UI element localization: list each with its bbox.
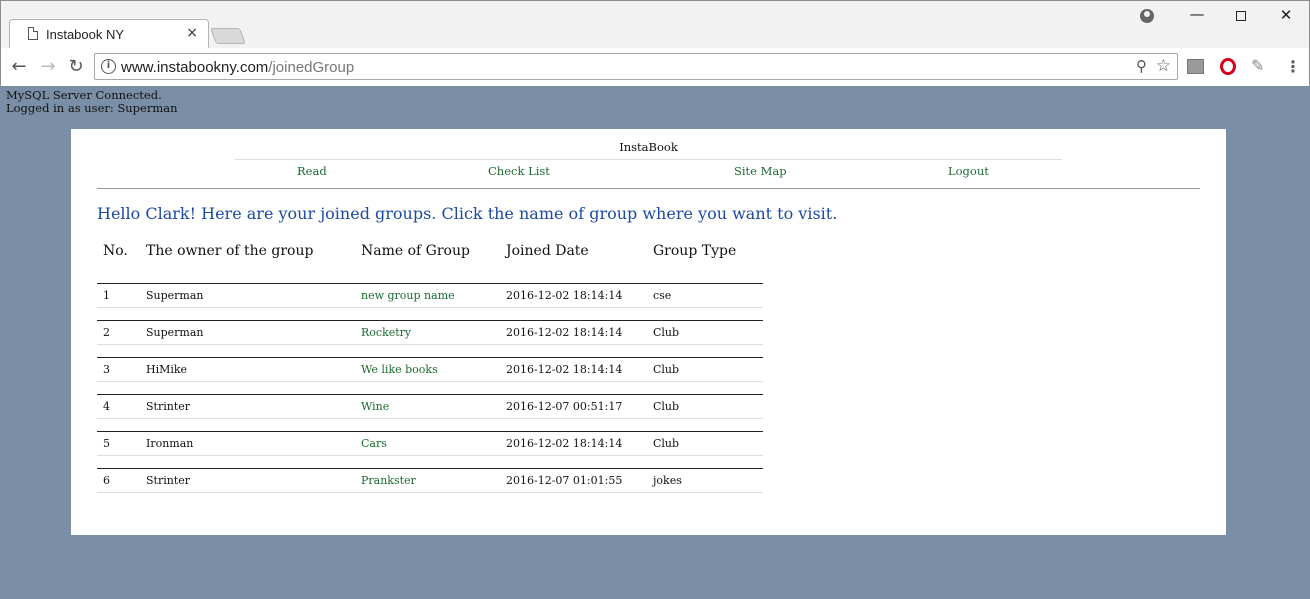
cell-type: Club [647, 394, 763, 419]
browser-window: Instabook NY × — ✕ ← → ↻ i www.instabook… [0, 0, 1310, 86]
site-title: InstaBook [619, 140, 678, 154]
reload-icon[interactable]: ↻ [65, 56, 87, 77]
row-separator [97, 307, 763, 321]
zoom-icon[interactable]: ⚲ [1136, 57, 1147, 75]
cell-type: Club [647, 431, 763, 456]
minimize-icon[interactable]: — [1185, 5, 1209, 23]
row-separator [97, 381, 763, 395]
table-row: 3 HiMike We like books 2016-12-02 18:14:… [97, 357, 763, 382]
pen-extension-icon[interactable]: ✎ [1251, 56, 1264, 75]
url-text[interactable]: www.instabookny.com/joinedGroup [121, 59, 354, 76]
tab-title: Instabook NY [46, 27, 125, 42]
forward-icon[interactable]: → [37, 56, 59, 77]
main-panel: InstaBook Read Check List Site Map Logou… [71, 129, 1226, 535]
table-row: 4 Strinter Wine 2016-12-07 00:51:17 Club [97, 394, 763, 419]
row-separator [97, 270, 763, 284]
row-separator [97, 418, 763, 432]
browser-menu-icon[interactable]: ⋮ [1285, 57, 1301, 76]
address-bar[interactable]: i www.instabookny.com/joinedGroup ⚲ ☆ [94, 53, 1178, 80]
joined-groups-table: No. The owner of the group Name of Group… [97, 232, 763, 493]
table-row: 6 Strinter Prankster 2016-12-07 01:01:55… [97, 468, 763, 493]
column-header-owner: The owner of the group [146, 243, 314, 259]
browser-toolbar: ← → ↻ i www.instabookny.com/joinedGroup … [1, 48, 1309, 86]
group-name-link[interactable]: Cars [355, 431, 500, 456]
group-name-link[interactable]: Prankster [355, 468, 500, 493]
nav-divider [235, 159, 1062, 160]
page-heading: Hello Clark! Here are your joined groups… [97, 204, 838, 223]
new-tab-button[interactable] [210, 28, 246, 44]
page-icon [28, 27, 38, 40]
group-name-link[interactable]: Rocketry [355, 320, 500, 345]
cell-date: 2016-12-02 18:14:14 [500, 431, 647, 456]
bookmark-star-icon[interactable]: ☆ [1156, 56, 1171, 76]
cell-no: 1 [97, 283, 140, 308]
table-row: 5 Ironman Cars 2016-12-02 18:14:14 Club [97, 431, 763, 456]
table-row: 2 Superman Rocketry 2016-12-02 18:14:14 … [97, 320, 763, 345]
nav-site-map-link[interactable]: Site Map [734, 164, 787, 178]
cell-type: Club [647, 320, 763, 345]
group-name-link[interactable]: new group name [355, 283, 500, 308]
row-separator [97, 455, 763, 469]
info-icon[interactable]: i [101, 59, 116, 74]
cell-date: 2016-12-02 18:14:14 [500, 283, 647, 308]
cell-no: 6 [97, 468, 140, 493]
nav-logout-link[interactable]: Logout [948, 164, 989, 178]
cell-type: Club [647, 357, 763, 382]
profile-icon[interactable] [1140, 9, 1154, 23]
opera-extension-icon[interactable] [1220, 58, 1236, 75]
nav-read-link[interactable]: Read [297, 164, 327, 178]
cell-type: cse [647, 283, 763, 308]
column-header-group-name: Name of Group [361, 243, 470, 259]
url-path: /joinedGroup [268, 59, 355, 76]
cell-owner: Superman [140, 283, 355, 308]
server-status: MySQL Server Connected. Logged in as use… [6, 89, 178, 115]
header-divider [97, 188, 1200, 189]
group-name-link[interactable]: Wine [355, 394, 500, 419]
cell-date: 2016-12-07 00:51:17 [500, 394, 647, 419]
maximize-icon[interactable] [1229, 7, 1253, 25]
row-separator [97, 344, 763, 358]
cell-type: jokes [647, 468, 763, 493]
back-icon[interactable]: ← [8, 56, 30, 77]
cell-date: 2016-12-07 01:01:55 [500, 468, 647, 493]
tab-strip: Instabook NY × — ✕ [1, 1, 1309, 48]
cell-owner: HiMike [140, 357, 355, 382]
cell-no: 2 [97, 320, 140, 345]
cell-date: 2016-12-02 18:14:14 [500, 320, 647, 345]
cell-owner: Ironman [140, 431, 355, 456]
extension-icon[interactable] [1187, 59, 1204, 74]
tab-instabook[interactable]: Instabook NY × [9, 19, 209, 48]
cell-owner: Strinter [140, 394, 355, 419]
cell-owner: Superman [140, 320, 355, 345]
cell-no: 5 [97, 431, 140, 456]
cell-no: 4 [97, 394, 140, 419]
login-status-text: Logged in as user: Superman [6, 101, 178, 115]
table-row: 1 Superman new group name 2016-12-02 18:… [97, 283, 763, 308]
url-host: www.instabookny.com [121, 59, 269, 76]
group-name-link[interactable]: We like books [355, 357, 500, 382]
nav-check-list-link[interactable]: Check List [488, 164, 550, 178]
close-window-icon[interactable]: ✕ [1274, 6, 1298, 24]
cell-owner: Strinter [140, 468, 355, 493]
column-header-group-type: Group Type [653, 243, 737, 259]
table-header-row: No. The owner of the group Name of Group… [97, 232, 763, 270]
tab-close-icon[interactable]: × [186, 25, 198, 41]
cell-no: 3 [97, 357, 140, 382]
cell-date: 2016-12-02 18:14:14 [500, 357, 647, 382]
column-header-no: No. [103, 243, 128, 259]
column-header-joined-date: Joined Date [506, 243, 589, 259]
